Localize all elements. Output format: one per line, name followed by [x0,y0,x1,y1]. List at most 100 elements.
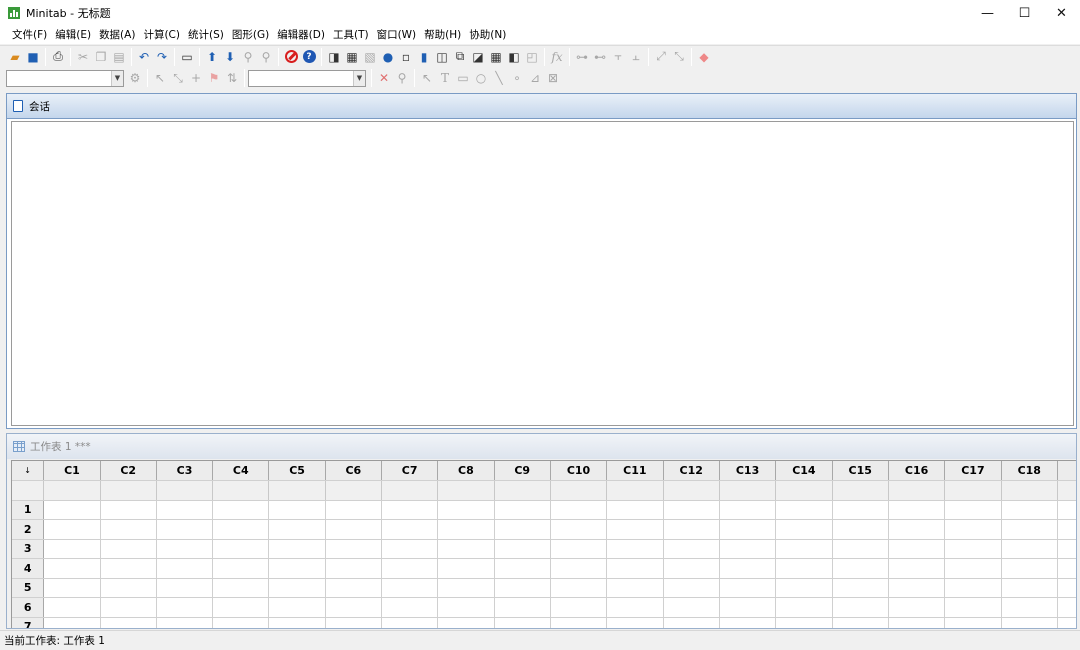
chevron-down-icon[interactable]: ▼ [111,70,123,86]
ellipse-icon[interactable]: ○ [472,69,490,87]
data-cell[interactable] [268,597,326,618]
column-name-cell[interactable] [156,480,214,501]
undo-icon[interactable]: ↶ [135,48,153,66]
data-cell[interactable] [494,500,551,520]
data-cell[interactable] [775,617,833,628]
data-cell[interactable] [43,519,101,540]
branch-icon[interactable]: ⊷ [591,48,609,66]
data-cell[interactable] [212,539,270,559]
data-cell[interactable] [775,597,833,618]
data-cell[interactable] [100,617,157,628]
info-icon[interactable]: ● [379,48,397,66]
report-icon[interactable]: ▦ [487,48,505,66]
cancel-icon[interactable] [282,48,300,66]
data-cell[interactable] [494,597,551,618]
column-header[interactable]: C7 [381,461,439,481]
data-cell[interactable] [43,578,101,598]
data-cell[interactable] [437,558,495,579]
session-icon[interactable]: ◨ [325,48,343,66]
find-next-icon[interactable]: ⚲ [257,48,275,66]
data-cell[interactable] [663,500,720,520]
find-icon[interactable]: ⚲ [239,48,257,66]
menu-stat[interactable]: 统计(S) [184,26,228,44]
data-cell[interactable] [944,558,1002,579]
line-icon[interactable]: ╲ [490,69,508,87]
zoom-icon[interactable]: ⚲ [393,69,411,87]
session-output-area[interactable] [11,121,1074,426]
data-cell[interactable] [606,597,664,618]
column-header[interactable]: C10 [550,461,608,481]
data-cell[interactable] [775,578,833,598]
row-header[interactable]: 2 [12,519,45,540]
arrow-up-icon[interactable]: ⬆ [203,48,221,66]
menu-assistant[interactable]: 协助(N) [465,26,510,44]
worksheet-alt-icon[interactable]: ◰ [523,48,541,66]
data-cell[interactable] [663,617,720,628]
menu-file[interactable]: 文件(F) [8,26,51,44]
data-cell[interactable] [212,519,270,540]
brush-alt-icon[interactable]: ⤡ [670,48,688,66]
data-cell[interactable] [606,578,664,598]
data-cell[interactable] [437,578,495,598]
data-cell[interactable] [944,539,1002,559]
chevron-down-icon[interactable]: ▼ [353,70,365,86]
data-cell[interactable] [775,519,833,540]
data-cell[interactable] [663,539,720,559]
data-cell[interactable] [381,539,439,559]
data-cell[interactable] [888,519,946,540]
cut-icon[interactable]: ✂ [74,48,92,66]
column-header[interactable]: C14 [775,461,833,481]
data-cell[interactable] [43,617,101,628]
data-cell[interactable] [156,578,214,598]
data-cell[interactable] [663,519,720,540]
column-header[interactable]: C15 [832,461,889,481]
pointer-icon[interactable]: ↖ [151,69,169,87]
menu-calc[interactable]: 计算(C) [139,26,184,44]
eraser-icon[interactable]: ◆ [695,48,713,66]
data-cell[interactable] [268,539,326,559]
data-cell[interactable] [832,617,889,628]
column-header[interactable]: C5 [268,461,326,481]
tree-icon[interactable]: ⊶ [573,48,591,66]
data-cell[interactable] [268,578,326,598]
data-cell[interactable] [100,500,157,520]
column-header[interactable]: C4 [212,461,270,481]
column-name-cell[interactable] [381,480,439,501]
data-cell[interactable] [719,597,777,618]
menu-data[interactable]: 数据(A) [95,26,139,44]
data-cell[interactable] [381,500,439,520]
data-cell[interactable] [663,578,720,598]
row-header[interactable]: 6 [12,597,45,618]
column-name-cell[interactable] [719,480,777,501]
save-icon[interactable]: ■ [24,48,42,66]
data-cell[interactable] [719,539,777,559]
data-cell[interactable] [494,539,551,559]
menu-edit[interactable]: 编辑(E) [51,26,95,44]
data-cell[interactable] [43,597,101,618]
column-header[interactable]: C8 [437,461,495,481]
rectangle-icon[interactable]: ▭ [454,69,472,87]
data-cell[interactable] [212,500,270,520]
data-cell[interactable] [775,558,833,579]
row-header[interactable]: 7 [12,617,45,628]
column-header[interactable]: C6 [325,461,383,481]
session-header[interactable]: 会话 [7,94,1076,119]
split-icon[interactable]: ⫠ [627,48,645,66]
graph-element-combo[interactable]: ▼ [248,69,366,87]
data-cell[interactable] [1001,519,1058,540]
data-cell[interactable] [381,578,439,598]
data-cell[interactable] [268,617,326,628]
data-cell[interactable] [212,617,270,628]
layout-icon[interactable]: ⧉ [451,48,469,66]
column-name-cell[interactable] [888,480,946,501]
column-header[interactable]: C9 [494,461,551,481]
data-cell[interactable] [606,500,664,520]
polyline-icon[interactable]: ⊿ [526,69,544,87]
data-cell[interactable] [43,500,101,520]
paste-icon[interactable]: ▤ [110,48,128,66]
column-header[interactable]: C18 [1001,461,1058,481]
column-header[interactable]: C2 [100,461,157,481]
data-cell[interactable] [325,500,383,520]
data-cell[interactable] [550,519,608,540]
text-icon[interactable]: T [436,69,454,87]
